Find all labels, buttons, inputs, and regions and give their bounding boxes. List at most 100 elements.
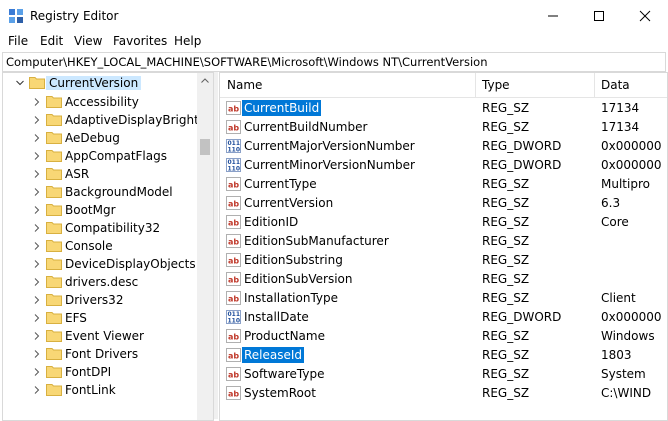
value-row[interactable]: ab CurrentBuildNumber REG_SZ 17134 (220, 118, 667, 137)
minimize-icon (548, 15, 558, 17)
value-row[interactable]: ab InstallationType REG_SZ Client (220, 289, 667, 308)
svg-text:ab: ab (228, 257, 239, 266)
column-header-name[interactable]: Name (220, 73, 475, 97)
value-type: REG_SZ (482, 215, 530, 229)
close-button[interactable] (622, 0, 668, 31)
value-name: CurrentVersion (244, 196, 334, 210)
chevron-right-icon[interactable] (33, 98, 41, 106)
tree-item[interactable]: Compatibility32 (3, 219, 197, 237)
value-row[interactable]: 011 110 CurrentMinorVersionNumber REG_DWORD… (220, 156, 667, 175)
tree-item-label: CurrentVersion (46, 76, 142, 90)
chevron-right-icon[interactable] (33, 206, 41, 214)
chevron-right-icon[interactable] (33, 350, 41, 358)
tree-item-label: Console (65, 239, 113, 253)
menu-view[interactable]: View (74, 34, 102, 48)
tree-item[interactable]: BackgroundModel (3, 183, 197, 201)
chevron-down-icon[interactable] (16, 79, 24, 87)
tree-item[interactable]: AeDebug (3, 129, 197, 147)
chevron-right-icon[interactable] (33, 152, 41, 160)
key-tree: CurrentVersion Accessibility AdaptiveDisp… (3, 73, 213, 399)
tree-item[interactable]: FontDPI (3, 363, 197, 381)
tree-item[interactable]: Console (3, 237, 197, 255)
tree-item[interactable]: EFS (3, 309, 197, 327)
value-row[interactable]: ab SystemRoot REG_SZ C:\WIND (220, 384, 667, 403)
chevron-right-icon[interactable] (33, 386, 41, 394)
value-name: InstallDate (244, 310, 309, 324)
column-header-data[interactable]: Data (594, 73, 667, 97)
values-list: ab CurrentBuild REG_SZ 17134 ab CurrentBuildN… (220, 99, 667, 403)
value-name: SoftwareType (244, 367, 325, 381)
menu-edit[interactable]: Edit (40, 34, 63, 48)
chevron-right-icon[interactable] (33, 296, 41, 304)
column-header-type[interactable]: Type (475, 73, 594, 97)
value-data: System (601, 367, 646, 381)
chevron-right-icon[interactable] (33, 260, 41, 268)
tree-item-label: BootMgr (65, 203, 116, 217)
chevron-right-icon[interactable] (33, 368, 41, 376)
tree-item-selected[interactable]: CurrentVersion (3, 73, 197, 93)
value-data: 17134 (601, 101, 640, 115)
folder-icon (46, 186, 62, 198)
maximize-button[interactable] (576, 0, 622, 31)
chevron-right-icon[interactable] (33, 188, 41, 196)
chevron-right-icon[interactable] (33, 314, 41, 322)
address-bar[interactable]: Computer\HKEY_LOCAL_MACHINE\SOFTWARE\Mic… (2, 52, 666, 72)
chevron-right-icon[interactable] (33, 278, 41, 286)
tree-scrollbar[interactable] (197, 73, 213, 420)
tree-item[interactable]: AdaptiveDisplayBrightne (3, 111, 213, 129)
menu-help[interactable]: Help (174, 34, 201, 48)
value-row[interactable]: ab CurrentBuild REG_SZ 17134 (220, 99, 667, 118)
tree-item[interactable]: Event Viewer (3, 327, 197, 345)
svg-text:ab: ab (228, 219, 239, 228)
value-row[interactable]: ab EditionID REG_SZ Core (220, 213, 667, 232)
tree-item[interactable]: AppCompatFlags (3, 147, 197, 165)
folder-icon (46, 222, 62, 234)
chevron-right-icon[interactable] (33, 170, 41, 178)
value-row[interactable]: ab EditionSubstring REG_SZ (220, 251, 667, 270)
folder-icon (46, 132, 62, 144)
minimize-button[interactable] (530, 0, 576, 31)
tree-item[interactable]: Drivers32 (3, 291, 197, 309)
chevron-right-icon[interactable] (33, 332, 41, 340)
value-row[interactable]: ab ReleaseId REG_SZ 1803 (220, 346, 667, 365)
registry-editor-icon (9, 9, 23, 23)
tree-item[interactable]: Accessibility (3, 93, 197, 111)
scroll-up-button[interactable] (197, 73, 213, 89)
svg-text:110: 110 (228, 318, 241, 325)
chevron-right-icon[interactable] (33, 242, 41, 250)
tree-item[interactable]: BootMgr (3, 201, 197, 219)
chevron-right-icon[interactable] (33, 116, 41, 124)
tree-item[interactable]: drivers.desc (3, 273, 197, 291)
tree-item-label: Accessibility (65, 95, 139, 109)
value-type: REG_SZ (482, 367, 530, 381)
value-row[interactable]: 011 110 CurrentMajorVersionNumber REG_DWORD… (220, 137, 667, 156)
tree-item[interactable]: Font Drivers (3, 345, 197, 363)
value-row[interactable]: ab ProductName REG_SZ Windows (220, 327, 667, 346)
value-name: EditionID (244, 215, 299, 229)
value-row[interactable]: ab CurrentType REG_SZ Multipro (220, 175, 667, 194)
value-row[interactable]: ab CurrentVersion REG_SZ 6.3 (220, 194, 667, 213)
chevron-right-icon[interactable] (33, 224, 41, 232)
value-data: 1803 (601, 348, 632, 362)
chevron-right-icon[interactable] (33, 134, 41, 142)
tree-item[interactable]: DeviceDisplayObjects (3, 255, 197, 273)
folder-icon (46, 348, 62, 360)
svg-text:ab: ab (228, 105, 239, 114)
title-bar: Registry Editor (0, 0, 668, 31)
tree-item[interactable]: ASR (3, 165, 197, 183)
value-row[interactable]: ab EditionSubVersion REG_SZ (220, 270, 667, 289)
value-row[interactable]: ab SoftwareType REG_SZ System (220, 365, 667, 384)
value-row[interactable]: 011 110 InstallDate REG_DWORD 0x000000 (220, 308, 667, 327)
menu-favorites[interactable]: Favorites (113, 34, 167, 48)
value-data: 0x000000 (601, 310, 662, 324)
scroll-thumb[interactable] (200, 139, 210, 155)
value-type: REG_SZ (482, 101, 530, 115)
window-title: Registry Editor (30, 9, 119, 23)
value-type: REG_DWORD (482, 310, 562, 324)
menu-file[interactable]: File (8, 34, 28, 48)
string-value-icon: ab (226, 348, 241, 362)
value-row[interactable]: ab EditionSubManufacturer REG_SZ (220, 232, 667, 251)
value-data: 0x000000 (601, 158, 662, 172)
tree-item[interactable]: FontLink (3, 381, 197, 399)
pane-splitter[interactable] (214, 72, 218, 419)
